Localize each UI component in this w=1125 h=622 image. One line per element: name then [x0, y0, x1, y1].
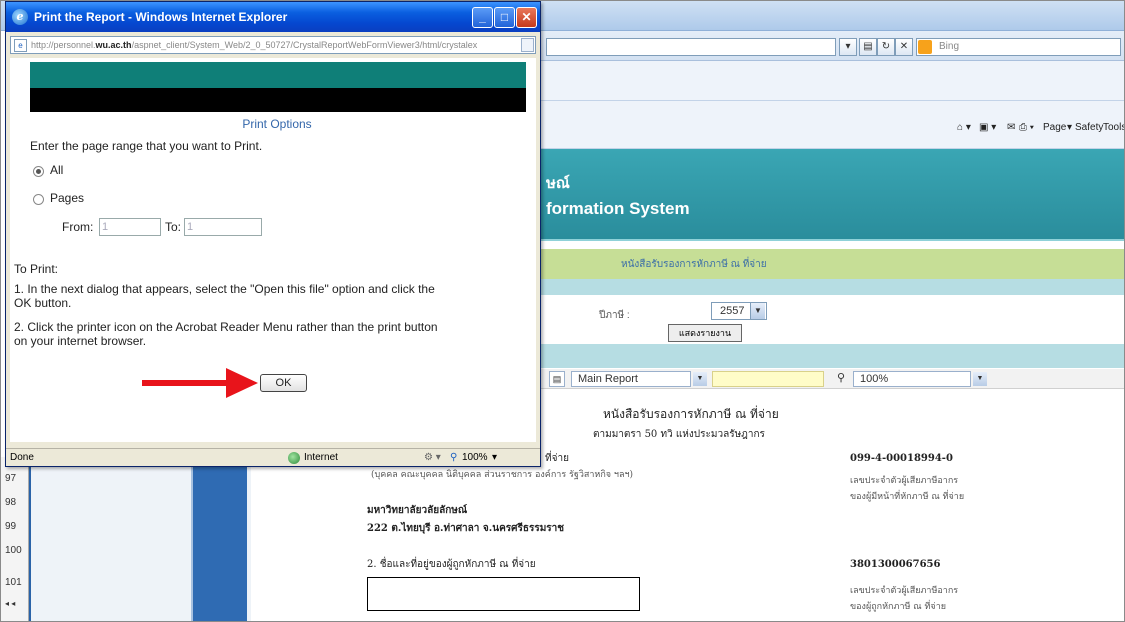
chevron-down-icon[interactable]: ▾: [492, 452, 497, 463]
compatibility-icon[interactable]: ▤: [859, 38, 877, 56]
page-menu[interactable]: Page: [1043, 122, 1066, 133]
zoom-icon: ⚲: [450, 452, 458, 463]
safety-menu[interactable]: Safety: [1075, 122, 1103, 133]
minimize-icon[interactable]: _: [472, 7, 493, 28]
home-icon[interactable]: ⌂ ▾: [957, 122, 971, 133]
page-menu-arrow-icon: ▾: [1067, 122, 1073, 133]
payer-note: (บุคคล คณะบุคคล นิติบุคคล ส่วนราชการ องค…: [371, 470, 634, 480]
group-tree-icon[interactable]: ▤: [549, 371, 565, 387]
site-banner: [541, 149, 1124, 241]
page-icon: e: [14, 39, 27, 52]
security-zone: Internet: [304, 452, 338, 463]
document-subtitle: ตามมาตรา 50 ทวิ แห่งประมวลรัษฎากร: [593, 429, 765, 440]
divider-bar: [541, 279, 1124, 295]
tax-id-caption: เลขประจำตัวผู้เสียภาษีอากร: [850, 586, 959, 596]
redaction-box: [367, 577, 640, 611]
payer-heading: ที่จ่าย: [545, 453, 569, 464]
step-1-text: OK button.: [14, 296, 72, 310]
background-address-input[interactable]: [546, 38, 836, 56]
payee-heading: 2. ชื่อและที่อยู่ของผู้ถูกหักภาษี ณ ที่จ…: [367, 559, 536, 570]
maximize-icon[interactable]: □: [494, 7, 515, 28]
payee-tax-id: 3801300067656: [850, 559, 941, 570]
line-number-gutter: 97 98 99 100 101 ◂ ◂: [1, 457, 29, 621]
bing-logo-icon: [918, 40, 932, 54]
tax-id-caption: ของผู้ถูกหักภาษี ณ ที่จ่าย: [850, 602, 947, 612]
page-range-instruction: Enter the page range that you want to Pr…: [30, 139, 263, 153]
line-number: 100: [5, 545, 22, 556]
from-label: From:: [62, 220, 94, 234]
line-number: 101: [5, 577, 22, 588]
zoom-select[interactable]: 100%: [853, 371, 971, 387]
to-label: To:: [165, 220, 182, 234]
popup-title: Print the Report - Windows Internet Expl…: [34, 10, 288, 24]
from-page-input[interactable]: 1: [99, 218, 161, 236]
chevron-down-icon[interactable]: ▼: [693, 372, 707, 386]
payer-tax-id: 099-4-00018994-0: [850, 453, 953, 464]
tax-id-caption: ของผู้มีหน้าที่หักภาษี ณ ที่จ่าย: [850, 492, 965, 502]
banner-subtitle: formation System: [546, 199, 690, 218]
report-select[interactable]: Main Report: [571, 371, 691, 387]
stop-icon[interactable]: ✕: [895, 38, 913, 56]
header-teal-band: [30, 62, 526, 88]
divider-bar: [541, 344, 1124, 368]
year-label: ปีภาษี :: [599, 310, 630, 321]
address-prefix: http://personnel.: [31, 40, 96, 50]
search-text-input[interactable]: [712, 371, 824, 387]
line-number: 97: [5, 473, 17, 484]
document-title: หนังสือรับรองการหักภาษี ณ ที่จ่าย: [603, 407, 779, 421]
close-icon[interactable]: ✕: [516, 7, 537, 28]
print-options-heading: Print Options: [242, 117, 312, 131]
line-number: 98: [5, 497, 17, 508]
popup-address-bar[interactable]: http://personnel.wu.ac.th/aspnet_client/…: [10, 36, 536, 54]
certificate-icon: [521, 38, 534, 52]
payer-address: 222 ต.ไทยบุรี อ.ท่าศาลา จ.นครศรีธรรมราช: [367, 523, 565, 534]
status-text: Done: [10, 452, 34, 463]
header-black-band: [30, 88, 526, 112]
feeds-icon[interactable]: ▣ ▾: [979, 122, 996, 133]
popup-titlebar[interactable]: e Print the Report - Windows Internet Ex…: [6, 2, 540, 32]
print-report-popup: e Print the Report - Windows Internet Ex…: [5, 1, 541, 467]
popup-status-bar: Done Internet ⚙ ▾ ⚲ 100% ▾: [6, 448, 540, 466]
radio-all[interactable]: [33, 166, 44, 177]
left-scroll-band: [191, 463, 247, 621]
tools-menu[interactable]: Tools: [1103, 122, 1124, 133]
address-path: /aspnet_client/System_Web/2_0_50727/Crys…: [131, 40, 478, 50]
zoom-level[interactable]: 100%: [462, 452, 488, 463]
refresh-icon[interactable]: ↻: [877, 38, 895, 56]
dropdown-icon[interactable]: ▾: [839, 38, 857, 56]
binoculars-icon[interactable]: ⚲: [837, 371, 851, 387]
print-icon[interactable]: ⎙ ▾: [1019, 122, 1034, 133]
to-print-heading: To Print:: [14, 262, 59, 276]
show-report-button[interactable]: แสดงรายงาน: [668, 324, 742, 342]
payer-name: มหาวิทยาลัยวลัยลักษณ์: [367, 505, 468, 516]
chevron-down-icon[interactable]: ▼: [973, 372, 987, 386]
ok-button[interactable]: OK: [260, 374, 307, 392]
internet-explorer-icon: e: [12, 9, 28, 25]
step-2-text: 2. Click the printer icon on the Acrobat…: [14, 320, 438, 334]
scroll-arrows-icon[interactable]: ◂ ◂: [5, 599, 15, 608]
line-number: 99: [5, 521, 17, 532]
radio-all-label: All: [50, 163, 64, 177]
to-page-input[interactable]: 1: [184, 218, 262, 236]
command-bar: [541, 101, 1124, 149]
red-arrow-icon: [142, 368, 258, 398]
banner-title: ษณ์: [546, 175, 570, 192]
favorites-bar: [541, 61, 1124, 101]
mail-icon[interactable]: ✉: [1007, 122, 1015, 133]
radio-pages-label: Pages: [50, 191, 85, 205]
step-1-text: 1. In the next dialog that appears, sele…: [14, 282, 435, 296]
step-2-text: on your internet browser.: [14, 334, 147, 348]
radio-pages[interactable]: [33, 194, 44, 205]
globe-icon: [288, 452, 300, 464]
protected-mode-icon[interactable]: ⚙ ▾: [424, 452, 441, 463]
section-title: หนังสือรับรองการหักภาษี ณ ที่จ่าย: [621, 259, 767, 270]
screenshot-frame: ▾ ▤ ↻ ✕ Bing ⌂ ▾ ▣ ▾ ✉ ⎙ ▾ Page ▾ Safety…: [0, 0, 1125, 622]
tax-id-caption: เลขประจำตัวผู้เสียภาษีอากร: [850, 476, 959, 486]
chevron-down-icon[interactable]: ▼: [750, 303, 765, 319]
address-host: wu.ac.th: [95, 40, 132, 50]
search-input[interactable]: Bing: [916, 38, 1121, 56]
